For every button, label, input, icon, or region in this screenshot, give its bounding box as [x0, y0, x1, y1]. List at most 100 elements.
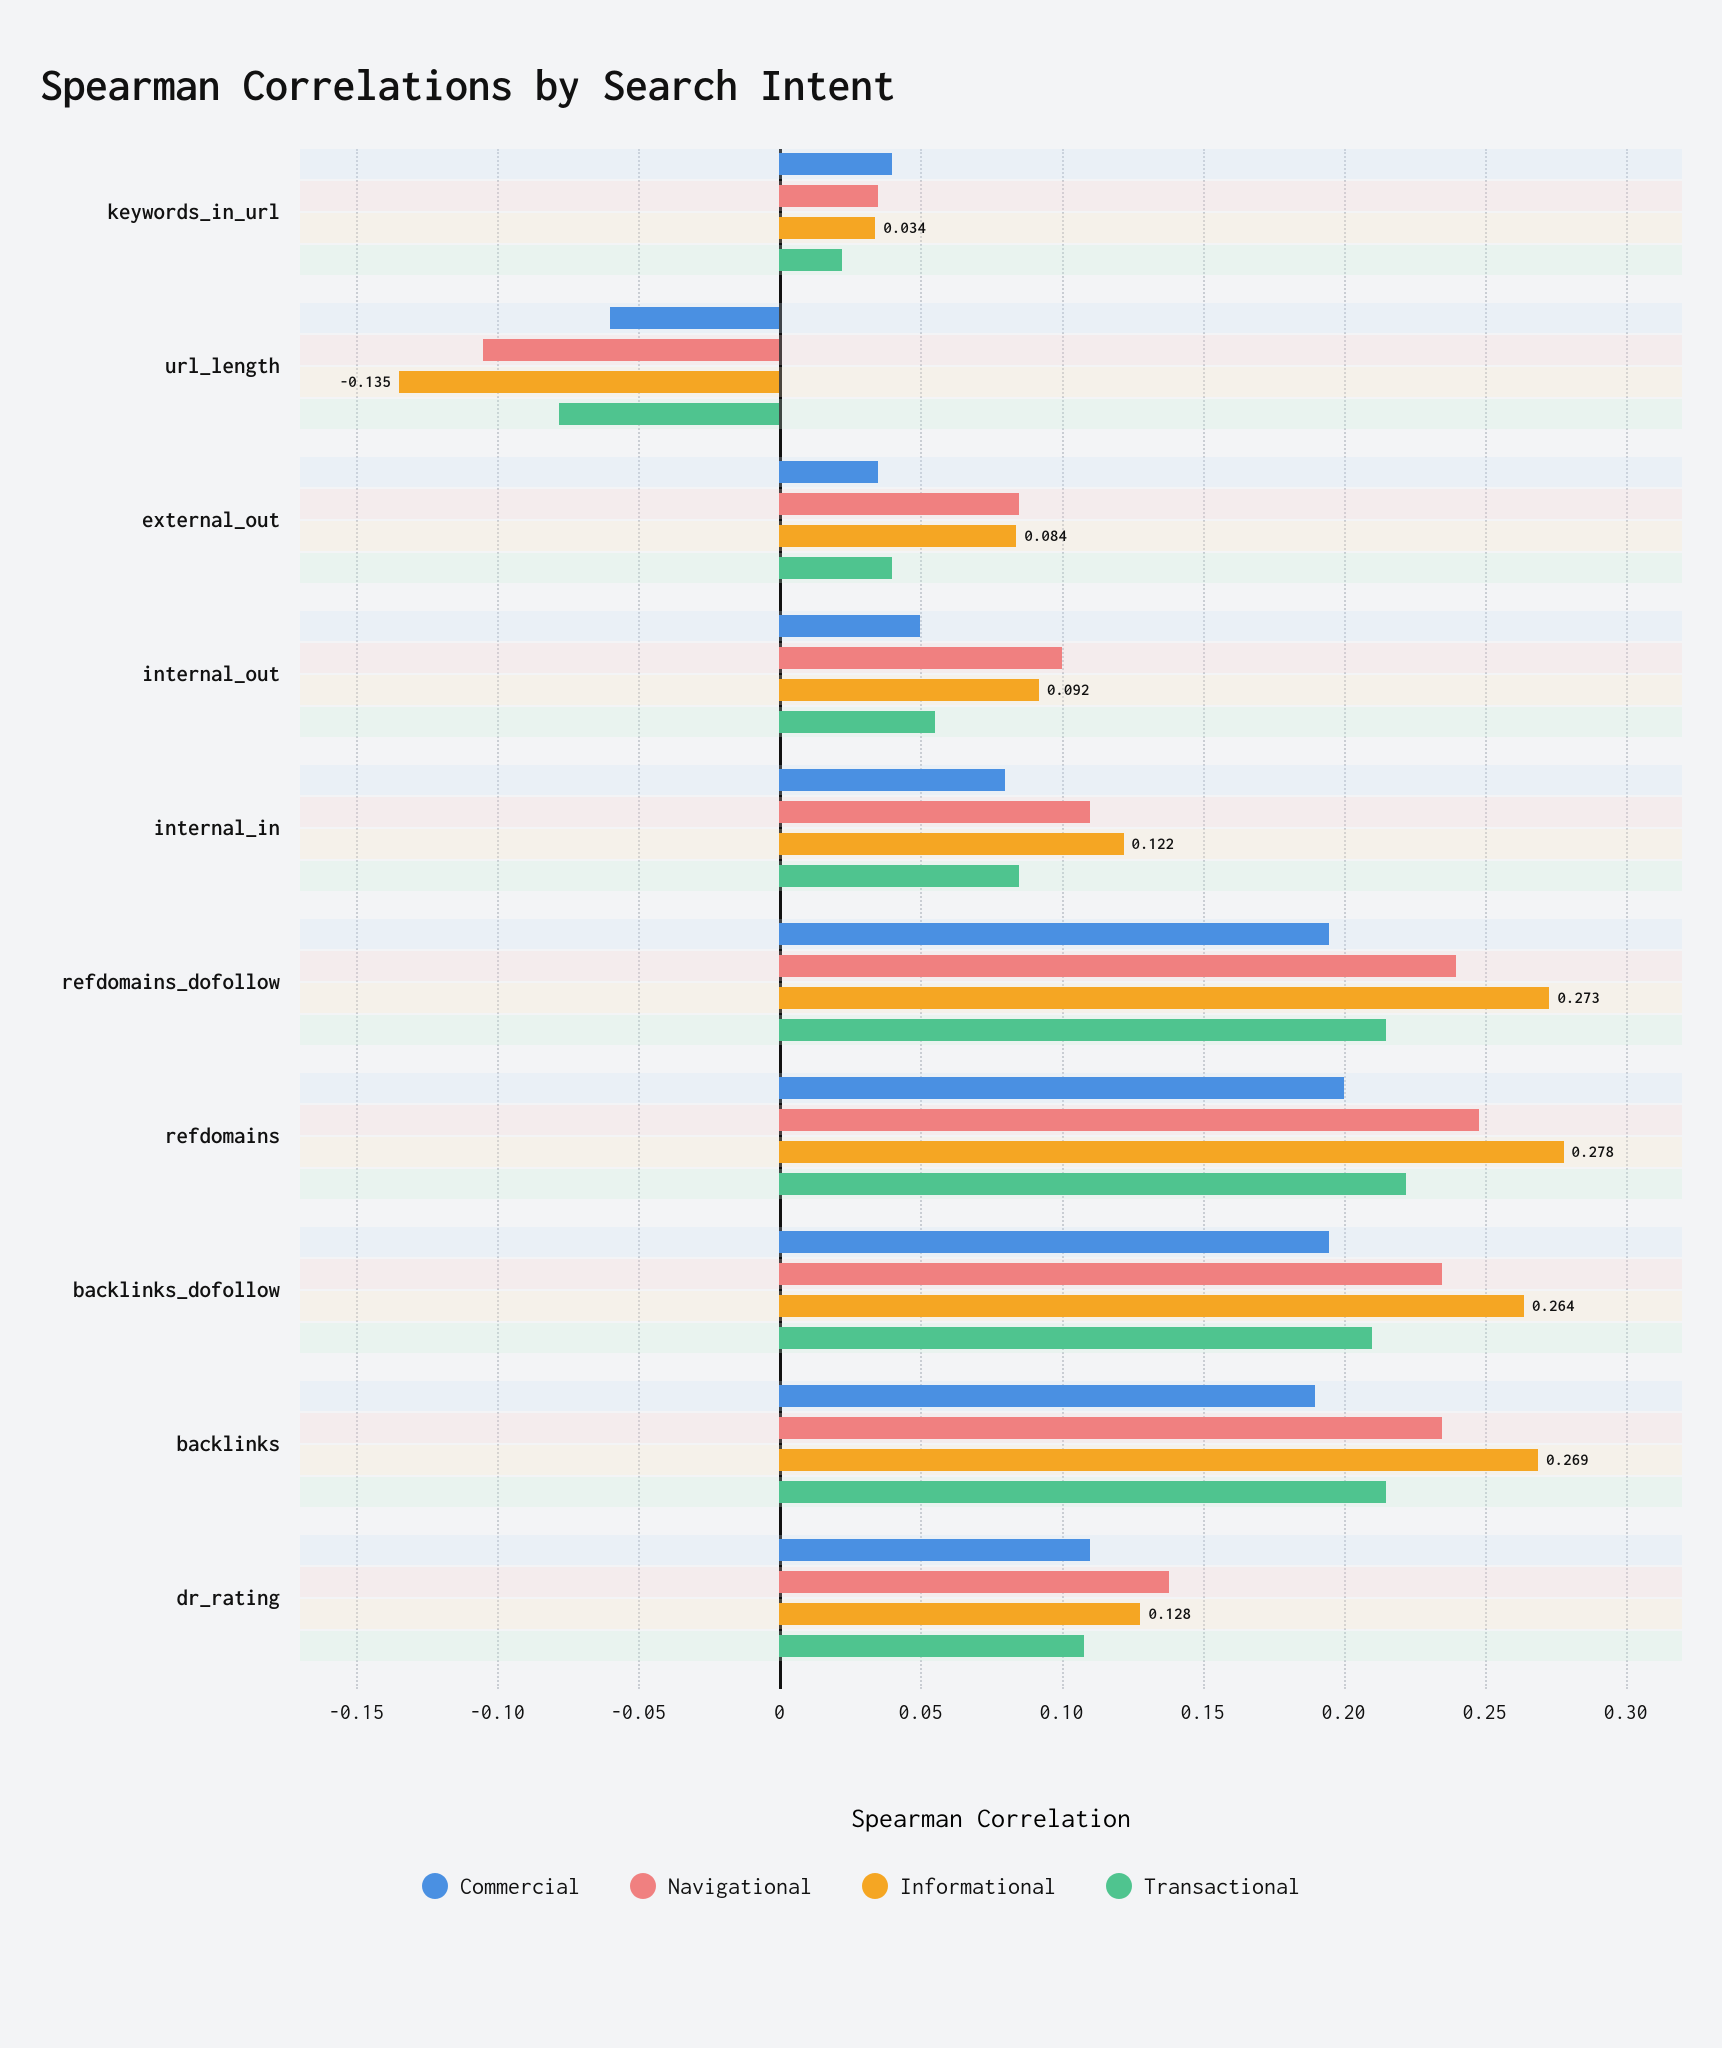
bar — [779, 1109, 1478, 1131]
bar — [779, 1327, 1371, 1349]
bar-row: 0.084 — [300, 521, 1682, 551]
x-tick: -0.15 — [329, 1701, 384, 1724]
bar-group: 0.273 — [300, 919, 1682, 1073]
bar — [779, 1571, 1168, 1593]
group-gap — [300, 277, 1682, 303]
bar-row: 0.092 — [300, 675, 1682, 705]
legend-swatch — [630, 1873, 656, 1899]
bar-group: 0.092 — [300, 611, 1682, 765]
legend-swatch — [1106, 1873, 1132, 1899]
bar-row — [300, 611, 1682, 641]
legend-swatch — [422, 1873, 448, 1899]
x-tick: -0.10 — [470, 1701, 525, 1724]
bar-row: 0.273 — [300, 983, 1682, 1013]
bar-row — [300, 951, 1682, 981]
bar-row: -0.135 — [300, 367, 1682, 397]
bar — [779, 153, 892, 175]
bar — [779, 461, 878, 483]
legend-item: Commercial — [422, 1873, 580, 1899]
bar — [779, 557, 892, 579]
bar-row — [300, 919, 1682, 949]
y-axis-labels: keywords_in_urlurl_lengthexternal_outint… — [40, 149, 300, 1689]
group-gap — [300, 739, 1682, 765]
bar-row — [300, 765, 1682, 795]
legend-item: Informational — [862, 1873, 1056, 1899]
group-gap — [300, 1663, 1682, 1689]
value-label: 0.122 — [1132, 835, 1175, 853]
bar-row — [300, 1227, 1682, 1257]
bar — [779, 1173, 1405, 1195]
bar-groups: 0.034-0.1350.0840.0920.1220.2730.2780.26… — [300, 149, 1682, 1689]
bar-row — [300, 1105, 1682, 1135]
chart-title: Spearman Correlations by Search Intent — [40, 60, 1682, 109]
bar — [779, 493, 1019, 515]
row-background — [300, 213, 1682, 243]
bar-row — [300, 1535, 1682, 1565]
bar-row — [300, 707, 1682, 737]
x-axis: -0.15-0.10-0.0500.050.100.150.200.250.30 — [300, 1689, 1682, 1749]
x-tick: 0 — [774, 1701, 785, 1724]
legend: CommercialNavigationalInformationalTrans… — [40, 1873, 1682, 1899]
group-gap — [300, 585, 1682, 611]
bar-row — [300, 1413, 1682, 1443]
bar-row — [300, 1477, 1682, 1507]
bar — [779, 1635, 1084, 1657]
bar-row — [300, 335, 1682, 365]
x-tick: 0.15 — [1181, 1701, 1225, 1724]
row-background — [300, 399, 1682, 429]
bar — [559, 403, 779, 425]
bar-row — [300, 245, 1682, 275]
legend-item: Transactional — [1106, 1873, 1300, 1899]
bar — [779, 1603, 1140, 1625]
bar — [779, 801, 1089, 823]
bar — [779, 987, 1549, 1009]
bar-row — [300, 1015, 1682, 1045]
bar — [779, 1263, 1442, 1285]
bar-row: 0.278 — [300, 1137, 1682, 1167]
bar-row — [300, 1381, 1682, 1411]
value-label: -0.135 — [340, 373, 391, 391]
bar — [779, 249, 841, 271]
x-tick: 0.25 — [1463, 1701, 1507, 1724]
category-label: internal_out — [40, 611, 300, 739]
group-gap — [300, 1509, 1682, 1535]
bar — [779, 1481, 1385, 1503]
row-background — [300, 611, 1682, 641]
bar-row — [300, 303, 1682, 333]
bar-group: 0.034 — [300, 149, 1682, 303]
value-label: 0.273 — [1557, 989, 1600, 1007]
bar-group: 0.278 — [300, 1073, 1682, 1227]
bar — [779, 679, 1038, 701]
bar-row: 0.128 — [300, 1599, 1682, 1629]
category-label: internal_in — [40, 765, 300, 893]
bar-row — [300, 489, 1682, 519]
value-label: 0.084 — [1024, 527, 1067, 545]
bar — [779, 1539, 1089, 1561]
bar — [483, 339, 779, 361]
row-background — [300, 245, 1682, 275]
plot-area: keywords_in_urlurl_lengthexternal_outint… — [40, 149, 1682, 1689]
group-gap — [300, 893, 1682, 919]
category-label: backlinks_dofollow — [40, 1227, 300, 1355]
row-background — [300, 553, 1682, 583]
bar-row: 0.034 — [300, 213, 1682, 243]
legend-label: Commercial — [460, 1873, 580, 1899]
bar — [779, 217, 875, 239]
bar — [779, 955, 1456, 977]
bar — [779, 711, 934, 733]
value-label: 0.092 — [1047, 681, 1090, 699]
bar — [779, 1449, 1538, 1471]
bar — [779, 1077, 1343, 1099]
category-label: refdomains — [40, 1073, 300, 1201]
bar — [779, 769, 1005, 791]
category-label: refdomains_dofollow — [40, 919, 300, 1047]
bar-row — [300, 1631, 1682, 1661]
bar — [779, 1417, 1442, 1439]
bar-group: 0.122 — [300, 765, 1682, 919]
row-background — [300, 303, 1682, 333]
value-label: 0.128 — [1148, 1605, 1191, 1623]
legend-label: Transactional — [1144, 1873, 1300, 1899]
x-tick: -0.05 — [611, 1701, 666, 1724]
bar-row — [300, 399, 1682, 429]
group-gap — [300, 1355, 1682, 1381]
